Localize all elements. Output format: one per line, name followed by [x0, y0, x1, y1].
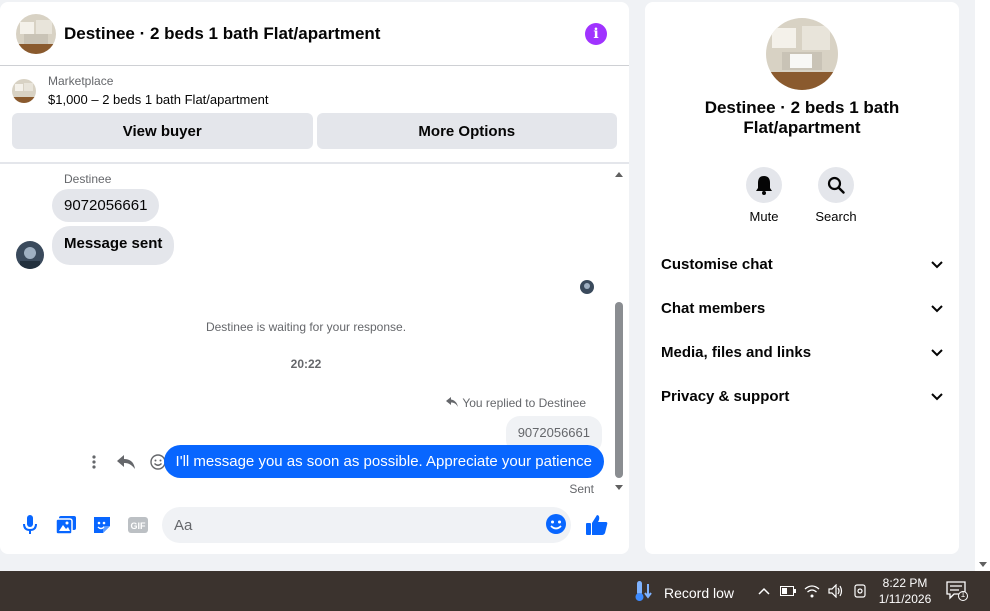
weather-widget[interactable]: Record low	[634, 580, 734, 605]
photo-icon[interactable]	[56, 515, 76, 535]
page-scrollbar[interactable]	[975, 0, 990, 571]
section-privacy-support[interactable]: Privacy & support	[661, 380, 943, 412]
info-icon[interactable]: i	[585, 22, 607, 45]
gif-icon[interactable]: GIF	[128, 515, 148, 535]
section-label: Privacy & support	[661, 387, 790, 405]
chat-panel: Destinee · 2 beds 1 bath Flat/apartment …	[0, 2, 629, 554]
chevron-down-icon	[931, 256, 943, 273]
incoming-message[interactable]: Message sent	[52, 226, 175, 265]
notification-icon[interactable]: 1	[946, 581, 968, 601]
search-label: Search	[815, 209, 857, 224]
listing-thumbnail	[12, 78, 36, 103]
search-button[interactable]: Search	[806, 167, 866, 224]
clock[interactable]: 8:22 PM 1/11/2026	[872, 575, 938, 607]
reply-icon[interactable]	[116, 452, 136, 472]
section-label: Customise chat	[661, 255, 773, 273]
section-chat-members[interactable]: Chat members	[661, 292, 943, 324]
message-list: Destinee 9072056661 Message sent Destine…	[0, 166, 612, 498]
notification-count: 1	[960, 590, 966, 599]
device-icon[interactable]	[852, 583, 868, 599]
clock-date: 1/11/2026	[878, 592, 932, 606]
mute-button[interactable]: Mute	[734, 167, 794, 224]
message-input[interactable]	[174, 516, 534, 534]
clock-time: 8:22 PM	[882, 576, 928, 590]
sender-avatar[interactable]	[16, 241, 44, 269]
weather-text: Record low	[664, 584, 735, 601]
search-icon	[818, 167, 854, 203]
sticker-icon[interactable]	[92, 515, 112, 535]
message-input-wrapper	[162, 507, 571, 543]
microphone-icon[interactable]	[20, 515, 40, 535]
mute-label: Mute	[749, 209, 779, 224]
listing-title[interactable]: $1,000 – 2 beds 1 bath Flat/apartment	[48, 92, 268, 107]
chat-header: Destinee · 2 beds 1 bath Flat/apartment …	[0, 2, 629, 66]
waiting-notice: Destinee is waiting for your response.	[205, 320, 407, 334]
wifi-icon[interactable]	[804, 583, 820, 599]
section-media-files-links[interactable]: Media, files and links	[661, 336, 943, 368]
sender-name: Destinee	[64, 172, 112, 186]
reply-arrow-icon	[446, 396, 459, 410]
chevron-down-icon	[931, 300, 943, 317]
view-buyer-button[interactable]: View buyer	[12, 113, 313, 149]
sent-status: Sent	[569, 482, 594, 496]
message-scrollbar[interactable]	[612, 168, 626, 494]
emoji-icon[interactable]	[545, 513, 567, 539]
message-actions	[84, 452, 168, 472]
marketplace-block: Marketplace $1,000 – 2 beds 1 bath Flat/…	[0, 66, 629, 149]
scroll-up-arrow[interactable]	[615, 172, 623, 177]
chevron-down-icon	[931, 344, 943, 361]
divider	[0, 162, 629, 164]
chat-title[interactable]: Destinee · 2 beds 1 bath Flat/apartment	[64, 24, 585, 44]
thumbs-up-icon[interactable]	[585, 513, 609, 537]
section-customise-chat[interactable]: Customise chat	[661, 248, 943, 280]
time-separator: 20:22	[290, 357, 322, 371]
incoming-message[interactable]: 9072056661	[52, 189, 160, 222]
svg-text:GIF: GIF	[131, 521, 147, 531]
conversation-title: Destinee · 2 beds 1 bath Flat/apartment	[704, 98, 900, 137]
reply-indicator-text: You replied to Destinee	[462, 396, 586, 410]
scroll-down-arrow[interactable]	[979, 562, 987, 567]
section-label: Media, files and links	[661, 343, 812, 361]
section-label: Chat members	[661, 299, 766, 317]
conversation-avatar[interactable]	[766, 18, 838, 90]
outgoing-message[interactable]: I'll message you as soon as possible. Ap…	[163, 445, 604, 478]
chevron-down-icon	[931, 388, 943, 405]
scroll-down-arrow[interactable]	[615, 485, 623, 490]
volume-icon[interactable]	[828, 583, 844, 599]
more-icon[interactable]	[84, 452, 104, 472]
composer: GIF	[0, 505, 629, 545]
battery-icon[interactable]	[780, 583, 796, 599]
chevron-up-icon[interactable]	[756, 583, 772, 599]
marketplace-label: Marketplace	[48, 74, 114, 88]
chat-avatar[interactable]	[16, 13, 56, 54]
conversation-info-panel: Destinee · 2 beds 1 bath Flat/apartment …	[645, 2, 959, 554]
thermometer-icon	[634, 580, 654, 605]
scroll-thumb[interactable]	[615, 302, 623, 478]
system-tray	[756, 583, 868, 599]
bell-icon	[746, 167, 782, 203]
more-options-button[interactable]: More Options	[316, 113, 617, 149]
read-receipt-avatar	[580, 280, 594, 294]
reply-indicator: You replied to Destinee	[446, 396, 586, 410]
taskbar: Record low 8:22 PM 1/11/2026 1	[0, 571, 990, 611]
